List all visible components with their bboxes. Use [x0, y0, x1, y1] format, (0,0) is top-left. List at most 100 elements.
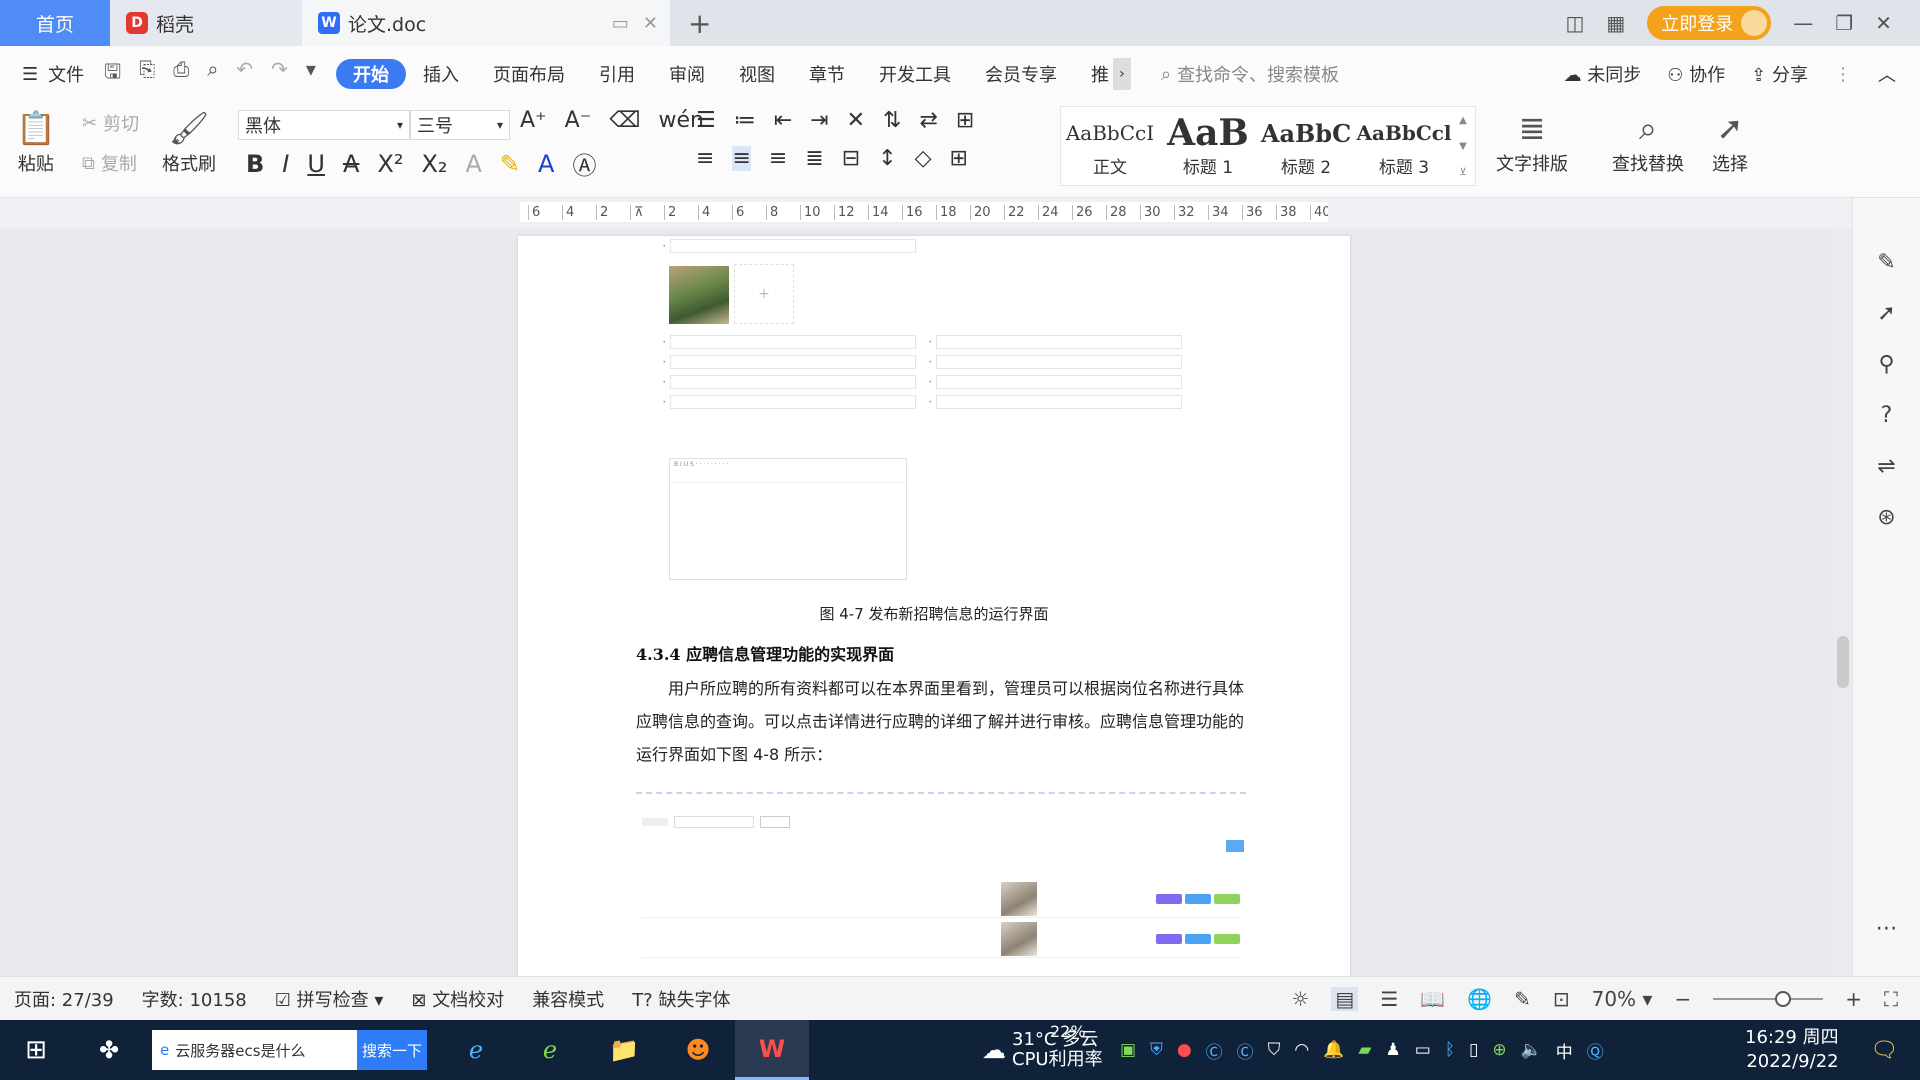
increase-font-icon[interactable]: A⁺ — [520, 108, 547, 133]
command-search[interactable]: ⌕ 查找命令、搜索模板 — [1161, 61, 1339, 87]
minimize-icon[interactable]: — — [1793, 11, 1813, 35]
tray-red-icon[interactable]: ● — [1177, 1040, 1192, 1060]
word-count[interactable]: 字数: 10158 — [128, 986, 247, 1012]
chinese-layout-icon[interactable]: ✕ — [847, 108, 865, 133]
tray-shield-icon[interactable]: ⛨ — [1150, 1040, 1163, 1060]
save-icon[interactable]: 🖫 — [104, 57, 121, 91]
bullet-list-icon[interactable]: ☰ — [696, 108, 716, 133]
font-size-select[interactable]: 三号 ▾ — [410, 110, 510, 140]
tab-close-icon[interactable]: ✕ — [643, 13, 658, 34]
taskbar-search-input[interactable]: e 云服务器ecs是什么 — [152, 1030, 357, 1070]
bluetooth-icon[interactable]: ᛒ — [1445, 1040, 1455, 1060]
tray-c-icon[interactable]: Ⓒ — [1206, 1038, 1223, 1063]
print-preview-icon[interactable]: ⌕ — [207, 57, 218, 91]
zoom-in-icon[interactable]: + — [1845, 987, 1862, 1011]
align-center-icon[interactable]: ≡ — [732, 146, 751, 171]
menu-chapter[interactable]: 章节 — [792, 61, 862, 87]
volume-icon[interactable]: 🔈 — [1521, 1040, 1542, 1060]
tab-window-icon[interactable]: ▭ — [612, 13, 629, 34]
write-mode-icon[interactable]: ✎ — [1514, 987, 1531, 1011]
highlight-icon[interactable]: ✎ — [500, 150, 520, 178]
sort-icon[interactable]: ⇅ — [883, 108, 901, 133]
page-count[interactable]: 页面: 27/39 — [0, 986, 114, 1012]
tray-green-icon[interactable]: ▣ — [1120, 1040, 1136, 1060]
layout-toggle-icon[interactable]: ◫ — [1565, 11, 1584, 35]
missing-font-button[interactable]: T? 缺失字体 — [618, 986, 730, 1012]
style-heading-1[interactable]: AaB 标题 1 — [1159, 107, 1257, 185]
select-button[interactable]: ➚ 选择 — [1712, 106, 1748, 176]
menu-recommend[interactable]: 推 — [1074, 61, 1113, 87]
find-replace-button[interactable]: ⌕ 查找替换 — [1612, 106, 1684, 176]
tab-document[interactable]: W 论文.doc ▭ ✕ — [302, 0, 670, 46]
cursor-icon[interactable]: ➚ — [1877, 301, 1895, 326]
zoom-slider[interactable] — [1713, 990, 1824, 1007]
windows-start-icon[interactable]: ⊞ — [0, 1035, 72, 1065]
fit-page-icon[interactable]: ⊡ — [1553, 987, 1570, 1011]
font-name-select[interactable]: 黑体 ▾ — [238, 110, 410, 140]
borders-icon[interactable]: ⊞ — [950, 146, 968, 171]
strikethrough-icon[interactable]: A — [343, 150, 359, 178]
nvidia-icon[interactable]: ▰ — [1358, 1040, 1371, 1060]
tab-home[interactable]: 首页 — [0, 0, 110, 46]
ime-indicator[interactable]: 中 — [1556, 1038, 1573, 1063]
menu-start[interactable]: 开始 — [335, 59, 406, 89]
qq-icon[interactable]: Ⓠ — [1587, 1038, 1604, 1063]
web-view-icon[interactable]: 🌐 — [1467, 987, 1492, 1011]
collaborate-button[interactable]: ⚇ 协作 — [1667, 61, 1725, 87]
apps-grid-icon[interactable]: ▦ — [1606, 11, 1625, 35]
menu-reference[interactable]: 引用 — [582, 61, 652, 87]
restore-icon[interactable]: ❐ — [1835, 11, 1853, 35]
menu-member[interactable]: 会员专享 — [968, 61, 1074, 87]
styles-scroll[interactable]: ▲ ▼ ⊻ — [1453, 107, 1473, 185]
adjust-icon[interactable]: ⚲ — [1878, 352, 1894, 377]
italic-icon[interactable]: I — [282, 150, 289, 178]
pen-icon[interactable]: ✎ — [1877, 250, 1895, 275]
font-color-icon[interactable]: A — [538, 150, 554, 178]
360-browser-icon[interactable]: ℯ — [513, 1020, 587, 1080]
tray-c2-icon[interactable]: Ⓒ — [1237, 1038, 1254, 1063]
new-tab-button[interactable]: + — [670, 0, 729, 46]
reading-view-icon[interactable]: 📖 — [1420, 987, 1445, 1011]
increase-indent-icon[interactable]: ⇥ — [810, 108, 828, 133]
eye-protect-icon[interactable]: ☼ — [1291, 987, 1309, 1011]
zoom-out-icon[interactable]: − — [1674, 987, 1691, 1011]
text-layout-button[interactable]: ≣ 文字排版 — [1496, 106, 1568, 176]
login-button[interactable]: 立即登录 — [1647, 6, 1772, 40]
battery-icon[interactable]: ▭ — [1415, 1040, 1431, 1060]
usb-icon[interactable]: ▯ — [1469, 1040, 1478, 1060]
char-border-icon[interactable]: Ⓐ — [572, 146, 596, 181]
superscript-icon[interactable]: X² — [377, 150, 403, 178]
collapse-ribbon-icon[interactable]: ︿ — [1878, 61, 1896, 87]
menu-insert[interactable]: 插入 — [406, 61, 476, 87]
ie-browser-icon[interactable]: ℯ — [439, 1020, 513, 1080]
document-area[interactable]: • + • • • • • • • • B I U S · · · · · · … — [0, 228, 1834, 976]
notification-icon[interactable]: 🗨 — [1870, 1038, 1898, 1063]
tray-security-icon[interactable]: ⛉ — [1268, 1040, 1281, 1060]
shading-icon[interactable]: ◇ — [915, 146, 932, 171]
taskbar-search-button[interactable]: 搜索一下 — [357, 1030, 427, 1070]
paste-button[interactable]: 📋 粘贴 — [16, 106, 56, 176]
text-effect-icon[interactable]: A — [466, 150, 482, 178]
text-direction-icon[interactable]: ⇄ — [919, 108, 937, 133]
bell-icon[interactable]: 🔔 — [1323, 1040, 1344, 1060]
clear-format-icon[interactable]: ⌫ — [609, 108, 640, 133]
vertical-scrollbar[interactable] — [1834, 228, 1852, 976]
ruler-band[interactable]: 6 4 2 ⊼ 2 4 6 8 10 12 14 16 18 20 22 24 26 28 30 32 34 36 38 40 — [520, 202, 1328, 222]
help-icon[interactable]: ? — [1881, 403, 1893, 428]
align-left-icon[interactable]: ≡ — [696, 146, 714, 171]
weather-widget[interactable]: ☁ 31°C 多云 CPU利用率 22% — [982, 1020, 1103, 1080]
system-clock[interactable]: 16:29 周四 2022/9/22 — [1745, 1026, 1839, 1074]
sync-status[interactable]: ☁ 未同步 — [1564, 61, 1642, 87]
line-spacing-icon[interactable]: ↕ — [878, 146, 896, 171]
export-icon[interactable]: ⎘ — [139, 57, 155, 91]
document-page[interactable]: • + • • • • • • • • B I U S · · · · · · … — [518, 236, 1350, 976]
subscript-icon[interactable]: X₂ — [421, 150, 447, 178]
cut-button[interactable]: ✂ 剪切 — [82, 110, 139, 136]
menu-developer[interactable]: 开发工具 — [862, 61, 968, 87]
copy-button[interactable]: ⧉ 复制 — [82, 150, 137, 176]
menu-view[interactable]: 视图 — [722, 61, 792, 87]
tab-stops-icon[interactable]: ⊞ — [956, 108, 974, 133]
tab-daoke[interactable]: D 稻壳 — [110, 0, 302, 46]
underline-icon[interactable]: U — [307, 150, 325, 178]
compass-icon[interactable]: ⊛ — [1877, 505, 1895, 530]
